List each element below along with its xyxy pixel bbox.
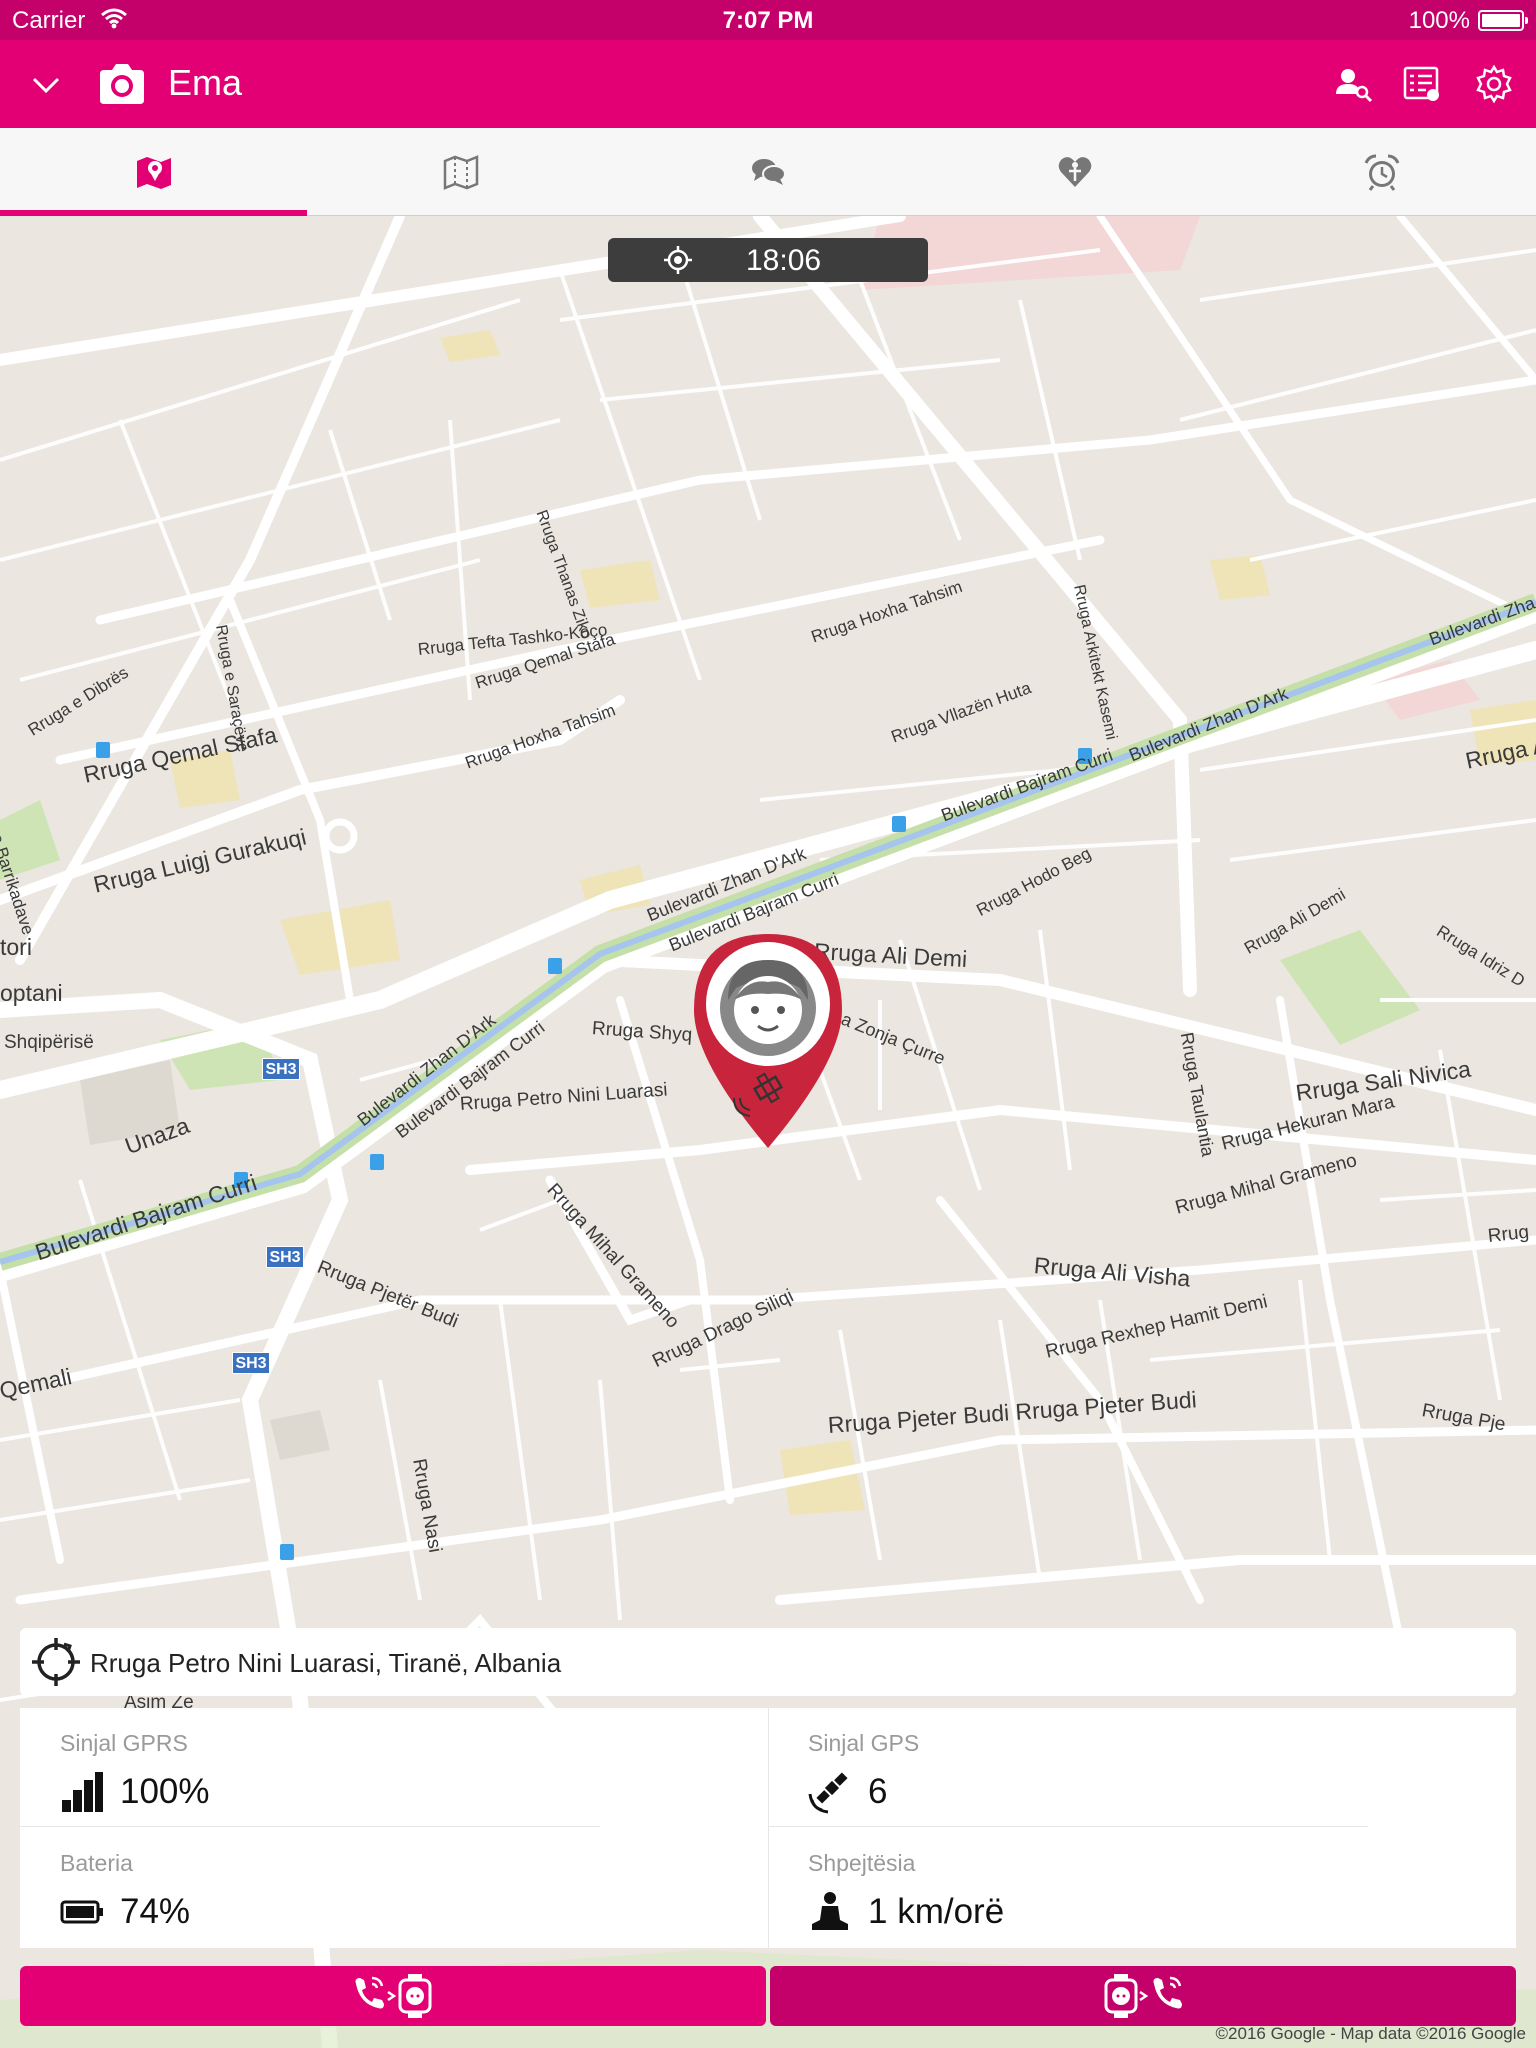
gprs-value: 100% [120, 1772, 210, 1811]
child-location-pin[interactable] [688, 930, 848, 1152]
report-icon[interactable] [1402, 64, 1442, 104]
location-time: 18:06 [746, 244, 822, 277]
divider [768, 1826, 1368, 1827]
road-shield: SH3 [262, 1058, 300, 1080]
street-label: Shqipërisë [4, 1032, 94, 1053]
divider [768, 1708, 769, 1948]
status-bar: Carrier 7:07 PM 100% [0, 0, 1536, 40]
tab-health[interactable] [922, 128, 1229, 215]
divider [20, 1826, 600, 1827]
settings-icon[interactable] [1474, 64, 1514, 104]
speed-label: Shpejtësia [808, 1850, 916, 1876]
watch-callback-button[interactable] [770, 1966, 1516, 2026]
street-label: Rrug [1486, 1221, 1531, 1247]
alarm-clock-icon [1365, 154, 1400, 191]
signal-bars-icon [62, 1772, 103, 1812]
address-bar: Rruga Petro Nini Luarasi, Tiranë, Albani… [20, 1628, 1516, 1696]
bus-stop-icon [548, 958, 562, 974]
road-shield: SH3 [232, 1352, 270, 1374]
locate-refresh-icon[interactable] [30, 1636, 82, 1688]
status-time: 7:07 PM [722, 7, 814, 34]
battery-percentage: 100% [1408, 7, 1470, 34]
gps-target-icon [664, 246, 692, 274]
call-watch-icon [355, 1974, 432, 2018]
gps-value: 6 [868, 1772, 888, 1811]
bus-stop-icon [370, 1154, 384, 1170]
zones-map-icon [443, 154, 479, 190]
health-icon [1058, 156, 1092, 187]
street-label: optani [0, 980, 63, 1006]
chevron-down-icon[interactable] [28, 67, 64, 103]
tab-bar [0, 128, 1536, 216]
child-name-title: Ema [168, 62, 243, 103]
person-search-icon[interactable] [1334, 64, 1374, 104]
tab-alarm[interactable] [1229, 128, 1536, 215]
app-header: Ema [0, 40, 1536, 128]
battery-cell: Bateria 74% [60, 1850, 740, 1940]
sitting-person-icon [812, 1892, 848, 1930]
call-watch-button[interactable] [20, 1966, 766, 2026]
map-copyright: ©2016 Google - Map data ©2016 Google [1215, 2024, 1526, 2043]
road-shield: SH3 [266, 1246, 304, 1268]
gps-signal-cell: Sinjal GPS 6 [808, 1730, 1488, 1820]
map-pin-icon [136, 156, 171, 189]
bus-stop-icon [280, 1544, 294, 1560]
device-status-panel: Sinjal GPRS 100% Sinjal GPS 6 Bateria 74… [20, 1708, 1516, 1948]
location-time-pill: 18:06 [608, 238, 928, 282]
speed-cell: Shpejtësia 1 km/orë [808, 1850, 1488, 1940]
tab-zones[interactable] [307, 128, 614, 215]
bus-stop-icon [892, 816, 906, 832]
battery-icon [60, 1900, 103, 1924]
gprs-label: Sinjal GPRS [60, 1730, 188, 1756]
satellite-icon [808, 1772, 848, 1814]
camera-icon[interactable] [96, 60, 148, 108]
tab-location[interactable] [0, 128, 308, 216]
gprs-signal-cell: Sinjal GPRS 100% [60, 1730, 740, 1820]
tab-chat[interactable] [614, 128, 921, 215]
battery-label: Bateria [60, 1850, 133, 1876]
battery-value: 74% [120, 1892, 191, 1931]
chat-icon [752, 158, 786, 185]
address-text: Rruga Petro Nini Luarasi, Tiranë, Albani… [90, 1648, 562, 1678]
battery-icon [1478, 10, 1528, 31]
watch-callback-icon [1104, 1974, 1182, 2018]
gps-label: Sinjal GPS [808, 1730, 920, 1756]
speed-value: 1 km/orë [868, 1892, 1005, 1931]
street-label: tori [0, 934, 32, 960]
